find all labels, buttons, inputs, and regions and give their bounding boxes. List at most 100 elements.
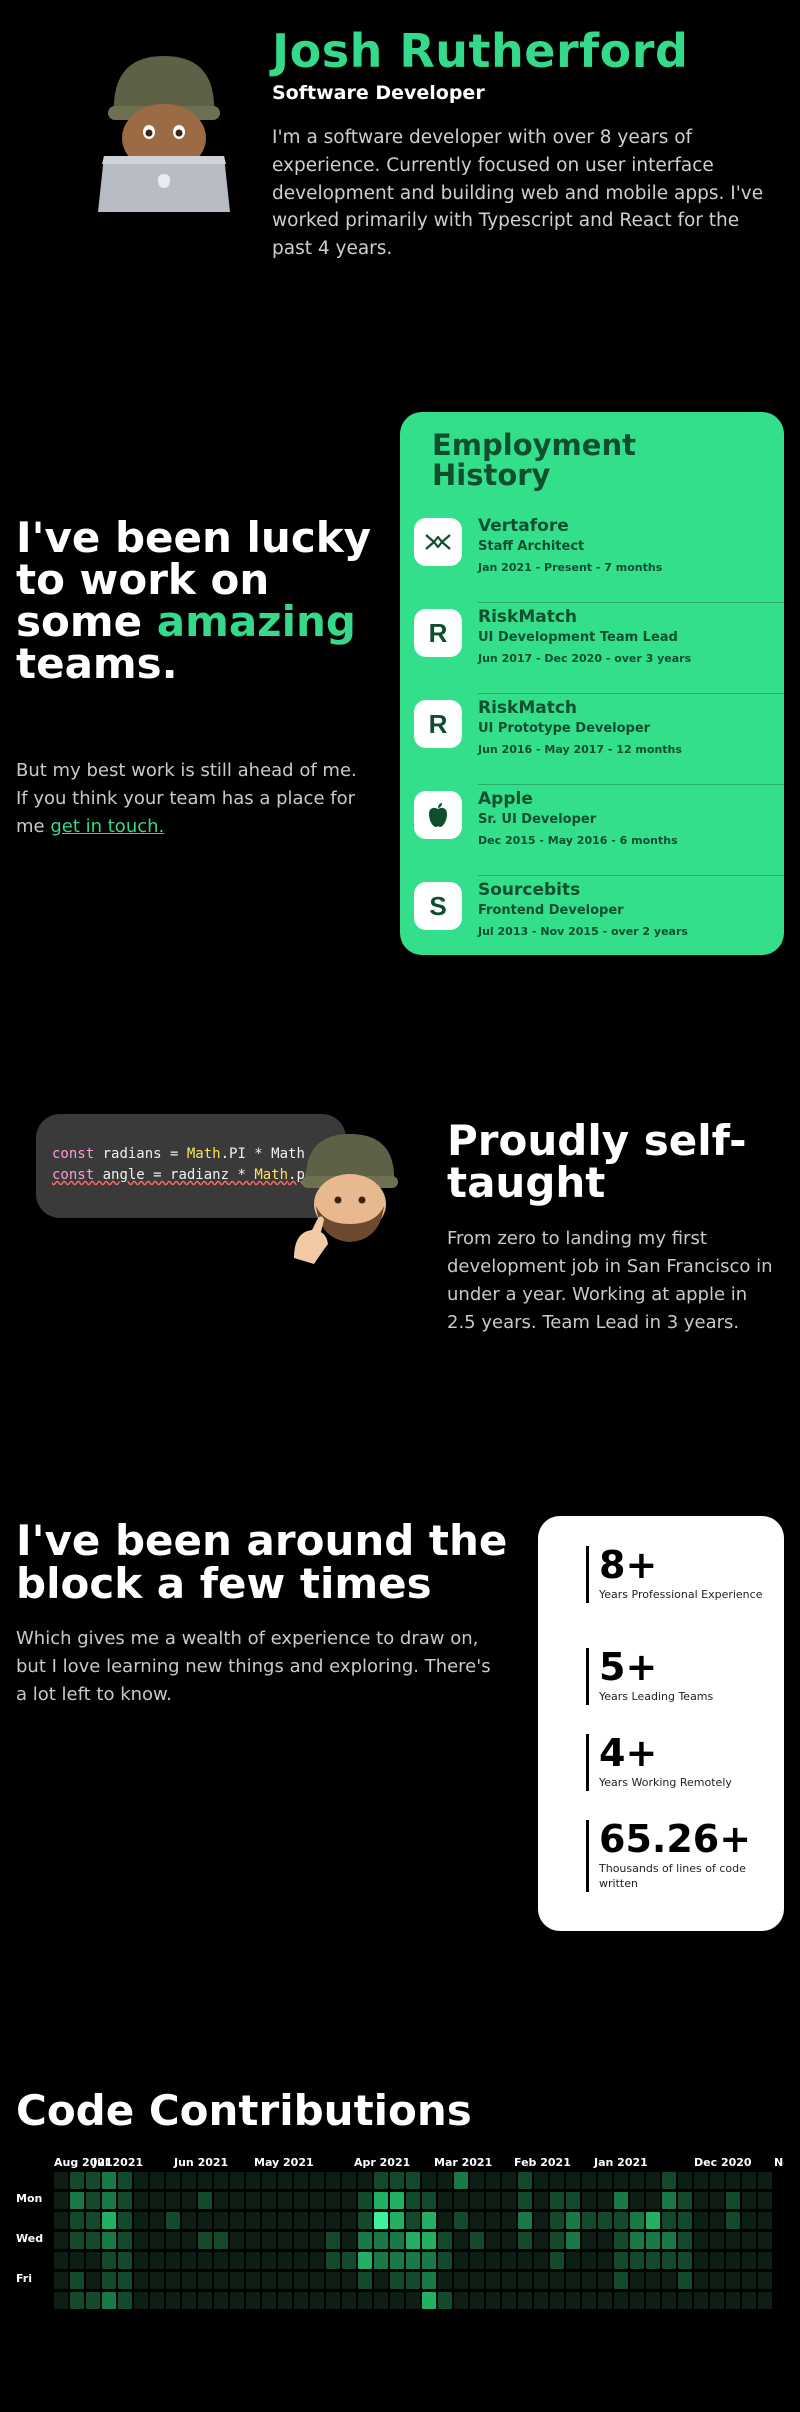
day-label: Fri [16,2272,33,2285]
contribution-cell [182,2272,196,2289]
contribution-cell [694,2292,708,2309]
contribution-cell [438,2232,452,2249]
contribution-cell [406,2252,420,2269]
contribution-cell [726,2172,740,2189]
contribution-cell [694,2192,708,2209]
contribution-cell [198,2232,212,2249]
month-label: Feb 2021 [514,2156,571,2169]
contribution-cell [150,2252,164,2269]
month-label: Dec 2020 [694,2156,752,2169]
contribution-cell [134,2172,148,2189]
contributions-month-labels: Aug 2021 Jul 2021 Jun 2021 May 2021 Apr … [50,2156,784,2170]
contribution-cell [326,2172,340,2189]
employment-role: UI Prototype Developer [478,721,651,736]
contribution-cell [246,2252,260,2269]
contribution-cell [710,2232,724,2249]
stat-number: 65.26+ [599,1817,752,1861]
contribution-cell [118,2212,132,2229]
contribution-cell [438,2172,452,2189]
contribution-cell [358,2172,372,2189]
contribution-cell [630,2252,644,2269]
contribution-cell [134,2272,148,2289]
sourcebits-logo-icon: S [414,882,462,930]
employment-history-card: Employment History Vertafore Staff Archi… [400,412,784,955]
contribution-cell [70,2272,84,2289]
contribution-cell [646,2252,660,2269]
contribution-cell [230,2292,244,2309]
contribution-cell [150,2272,164,2289]
contribution-cell [150,2232,164,2249]
contribution-cell [454,2272,468,2289]
contribution-cell [710,2272,724,2289]
contribution-cell [726,2292,740,2309]
stat-item: 5+ Years Leading Teams [586,1647,766,1705]
contribution-cell [502,2292,516,2309]
teams-heading-tail: teams. [16,639,178,688]
hero-name: Josh Rutherford [272,24,689,78]
contribution-cell [182,2252,196,2269]
contribution-cell [598,2232,612,2249]
contribution-cell [406,2292,420,2309]
contribution-cell [86,2252,100,2269]
contribution-cell [390,2292,404,2309]
contribution-cell [166,2252,180,2269]
contribution-cell [758,2252,772,2269]
contribution-cell [342,2232,356,2249]
contribution-cell [310,2212,324,2229]
contribution-cell [742,2192,756,2209]
contribution-cell [278,2252,292,2269]
contribution-cell [662,2212,676,2229]
contribution-cell [646,2192,660,2209]
contribution-cell [470,2212,484,2229]
contribution-cell [630,2272,644,2289]
contribution-cell [326,2192,340,2209]
memoji-thinking-avatar [294,1134,398,1264]
contribution-cell [614,2292,628,2309]
contribution-cell [486,2232,500,2249]
contribution-cell [678,2172,692,2189]
contribution-cell [214,2172,228,2189]
contribution-cell [646,2232,660,2249]
contribution-cell [262,2292,276,2309]
contribution-cell [294,2212,308,2229]
apple-logo-icon [414,791,462,839]
contribution-cell [550,2212,564,2229]
stat-label: Years Leading Teams [599,1689,714,1703]
employment-company: Sourcebits [478,880,581,900]
self-taught-text: From zero to landing my first developmen… [447,1228,773,1333]
contribution-cell [470,2232,484,2249]
contribution-cell [646,2212,660,2229]
riskmatch-logo-icon: R [414,609,462,657]
contribution-cell [422,2252,436,2269]
contribution-cell [662,2232,676,2249]
contribution-cell [678,2252,692,2269]
experience-text: Which gives me a wealth of experience to… [16,1628,491,1705]
contribution-cell [214,2232,228,2249]
contribution-cell [726,2252,740,2269]
contribution-cell [406,2272,420,2289]
month-label: May 2021 [254,2156,314,2169]
contribution-cell [198,2292,212,2309]
contribution-cell [358,2232,372,2249]
contribution-cell [694,2212,708,2229]
contribution-cell [710,2212,724,2229]
day-label: Mon [16,2192,43,2205]
contribution-cell [502,2212,516,2229]
contribution-cell [342,2172,356,2189]
contribution-cell [630,2232,644,2249]
contribution-cell [118,2232,132,2249]
contribution-cell [662,2292,676,2309]
contribution-cell [118,2292,132,2309]
get-in-touch-link[interactable]: get in touch. [50,816,164,837]
code-class: Math [254,1167,289,1183]
contribution-cell [342,2252,356,2269]
contribution-cell [534,2252,548,2269]
contribution-cell [278,2292,292,2309]
contribution-cell [294,2252,308,2269]
employment-dates: Jan 2021 - Present - 7 months [478,561,663,574]
hero-bio: I'm a software developer with over 8 yea… [272,127,764,259]
contribution-cell [662,2252,676,2269]
stat-number: 4+ [599,1731,658,1775]
contribution-cell [214,2252,228,2269]
contribution-cell [294,2292,308,2309]
